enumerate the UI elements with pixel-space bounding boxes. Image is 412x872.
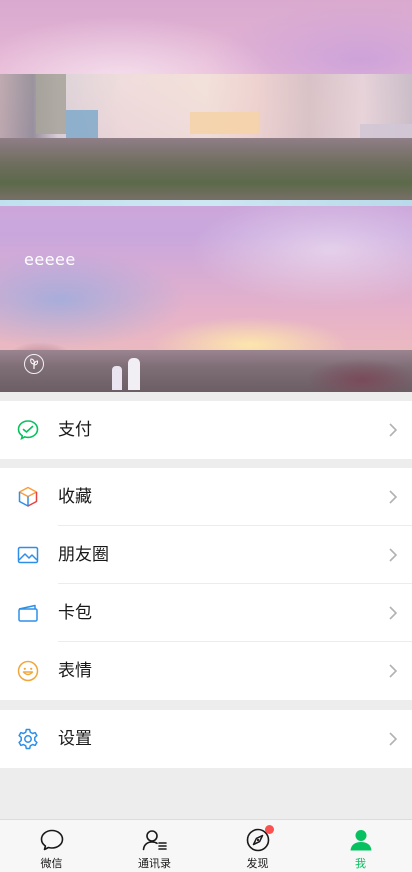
menu-item-stickers[interactable]: 表情 <box>0 642 412 700</box>
sticker-smile-icon <box>16 659 40 683</box>
tab-label: 通讯录 <box>138 857 171 870</box>
menu-item-label: 卡包 <box>58 603 92 623</box>
card-wallet-icon <box>16 601 40 625</box>
chat-bubble-icon <box>38 827 66 853</box>
menu-item-moments[interactable]: 朋友圈 <box>0 526 412 584</box>
tab-label: 微信 <box>40 857 63 870</box>
wechat-pay-icon <box>16 418 40 442</box>
profile-cover-banner[interactable]: eeeee <box>0 0 412 392</box>
menu-group-main: 收藏 朋友圈 卡包 表情 <box>0 468 412 700</box>
menu-item-label: 表情 <box>58 661 92 681</box>
tab-contacts[interactable]: 通讯录 <box>103 820 206 872</box>
chevron-right-icon <box>388 489 398 505</box>
chevron-right-icon <box>388 731 398 747</box>
tab-label: 发现 <box>246 857 269 870</box>
tab-label: 我 <box>355 857 366 870</box>
notification-dot <box>264 825 274 834</box>
menu-item-pay[interactable]: 支付 <box>0 401 412 459</box>
me-person-icon <box>347 827 375 853</box>
menu-item-settings[interactable]: 设置 <box>0 710 412 768</box>
menu-group-pay: 支付 <box>0 401 412 459</box>
menu-item-label: 设置 <box>58 729 92 749</box>
chevron-right-icon <box>388 422 398 438</box>
chevron-right-icon <box>388 547 398 563</box>
tab-chats[interactable]: 微信 <box>0 820 103 872</box>
menu-item-card-wallet[interactable]: 卡包 <box>0 584 412 642</box>
favorites-cube-icon <box>16 485 40 509</box>
menu-item-label: 支付 <box>58 420 92 440</box>
menu-item-label: 收藏 <box>58 487 92 507</box>
bottom-tab-bar: 微信 通讯录 发现 我 <box>0 819 412 872</box>
chevron-right-icon <box>388 663 398 679</box>
status-leaf-icon[interactable] <box>24 354 44 374</box>
menu-item-label: 朋友圈 <box>58 545 109 565</box>
tab-me[interactable]: 我 <box>309 820 412 872</box>
menu-group-settings: 设置 <box>0 710 412 768</box>
contacts-icon <box>141 827 169 853</box>
settings-gear-icon <box>16 727 40 751</box>
moments-photo-icon <box>16 543 40 567</box>
profile-username[interactable]: eeeee <box>24 250 76 269</box>
tab-discover[interactable]: 发现 <box>206 820 309 872</box>
menu-item-favorites[interactable]: 收藏 <box>0 468 412 526</box>
discover-compass-icon <box>244 825 274 853</box>
chevron-right-icon <box>388 605 398 621</box>
